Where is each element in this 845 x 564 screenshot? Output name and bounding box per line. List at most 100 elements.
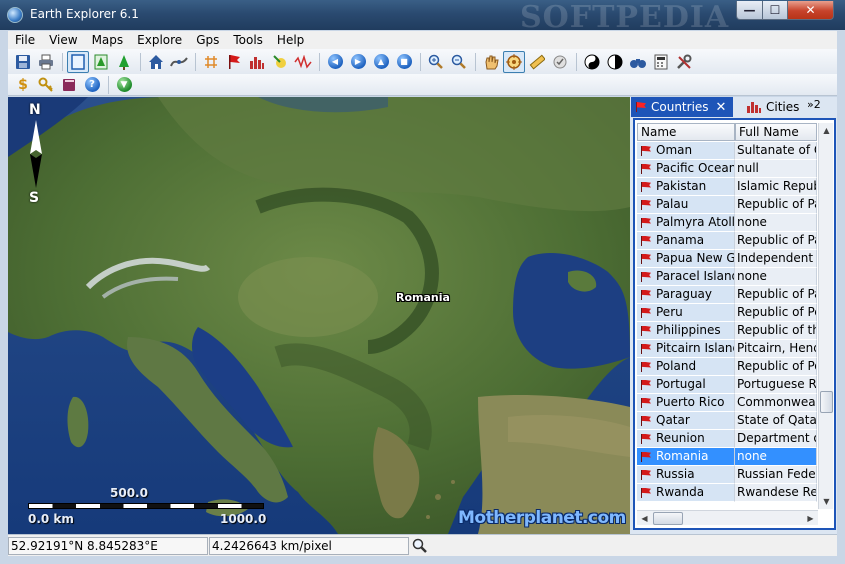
cell-full-name[interactable]: Pitcairn, Henderson <box>735 340 817 358</box>
cell-full-name[interactable]: Department of <box>735 430 817 448</box>
help-icon[interactable]: ? <box>81 74 103 96</box>
table-row[interactable]: Romania none <box>637 448 817 466</box>
cell-full-name[interactable]: Sultanate of Oman <box>735 142 817 160</box>
cell-full-name[interactable]: State of Qatar <box>735 412 817 430</box>
tab-countries[interactable]: Countries ✕ <box>631 97 733 117</box>
column-header-name[interactable]: Name <box>637 123 735 141</box>
cell-name[interactable]: Poland <box>637 358 735 376</box>
route-icon[interactable] <box>168 51 190 73</box>
scroll-up-icon[interactable]: ▲ <box>819 123 834 138</box>
cursor-plus-icon[interactable] <box>269 51 291 73</box>
table-row[interactable]: Russia Russian Federation <box>637 466 817 484</box>
table-row[interactable]: Qatar State of Qatar <box>637 412 817 430</box>
target-icon[interactable] <box>503 50 525 73</box>
cell-full-name[interactable]: none <box>735 214 817 232</box>
stop-icon[interactable]: ■ <box>393 51 415 73</box>
ruler-icon[interactable] <box>526 51 548 73</box>
contrast-icon[interactable] <box>604 51 626 73</box>
cell-full-name[interactable]: Republic of Paraguay <box>735 286 817 304</box>
cell-full-name[interactable]: Republic of Palau <box>735 196 817 214</box>
menu-maps[interactable]: Maps <box>85 31 131 49</box>
tab-cities[interactable]: Cities <box>740 97 804 117</box>
zoom-in-icon[interactable] <box>425 51 447 73</box>
menu-file[interactable]: File <box>8 31 42 49</box>
table-row[interactable]: Rwanda Rwandese Republic <box>637 484 817 502</box>
cell-name[interactable]: Pitcairn Islands <box>637 340 735 358</box>
cell-name[interactable]: Palau <box>637 196 735 214</box>
table-row[interactable]: Philippines Republic of the <box>637 322 817 340</box>
cell-name[interactable]: Peru <box>637 304 735 322</box>
cell-name[interactable]: Papua New G... <box>637 250 735 268</box>
cell-name[interactable]: Rwanda <box>637 484 735 502</box>
map-frame-icon[interactable] <box>67 50 89 73</box>
table-row[interactable]: Peru Republic of Peru <box>637 304 817 322</box>
cell-name[interactable]: Pakistan <box>637 178 735 196</box>
table-row[interactable]: Pacific Ocean null <box>637 160 817 178</box>
cell-name[interactable]: Palmyra Atoll <box>637 214 735 232</box>
tools-icon[interactable] <box>673 51 695 73</box>
menu-tools[interactable]: Tools <box>226 31 270 49</box>
cell-name[interactable]: Reunion <box>637 430 735 448</box>
cell-name[interactable]: Qatar <box>637 412 735 430</box>
cell-name[interactable]: Puerto Rico <box>637 394 735 412</box>
table-row[interactable]: Puerto Rico Commonwealth <box>637 394 817 412</box>
cell-full-name[interactable]: Republic of Poland <box>735 358 817 376</box>
print-icon[interactable] <box>35 51 57 73</box>
cell-name[interactable]: Oman <box>637 142 735 160</box>
back-icon[interactable]: ◀ <box>324 51 346 73</box>
cell-name[interactable]: Portugal <box>637 376 735 394</box>
cell-name[interactable]: Paracel Islands <box>637 268 735 286</box>
table-row[interactable]: Panama Republic of Panama <box>637 232 817 250</box>
table-row[interactable]: Palmyra Atoll none <box>637 214 817 232</box>
tree-icon[interactable] <box>90 51 112 73</box>
place-label[interactable]: Romania <box>396 291 450 304</box>
cell-name[interactable]: Romania <box>637 448 735 466</box>
menu-explore[interactable]: Explore <box>130 31 189 49</box>
cell-name[interactable]: Panama <box>637 232 735 250</box>
menu-gps[interactable]: Gps <box>189 31 226 49</box>
cell-full-name[interactable]: Independent State <box>735 250 817 268</box>
cell-full-name[interactable]: null <box>735 160 817 178</box>
scroll-thumb[interactable] <box>820 391 833 413</box>
cell-name[interactable]: Russia <box>637 466 735 484</box>
minimize-button[interactable]: — <box>736 1 763 20</box>
hand-icon[interactable] <box>480 51 502 73</box>
table-row[interactable]: Pakistan Islamic Republic <box>637 178 817 196</box>
cell-name[interactable]: Paraguay <box>637 286 735 304</box>
dollar-icon[interactable]: $ <box>12 74 34 96</box>
cell-full-name[interactable]: Portuguese Republic <box>735 376 817 394</box>
cell-full-name[interactable]: Commonwealth <box>735 394 817 412</box>
pine-icon[interactable] <box>113 51 135 73</box>
scroll-left-icon[interactable]: ◀ <box>637 511 652 526</box>
close-icon[interactable]: ✕ <box>716 100 727 115</box>
search-icon[interactable] <box>410 537 430 555</box>
cell-full-name[interactable]: Russian Federation <box>735 466 817 484</box>
table-row[interactable]: Paracel Islandsnone <box>637 268 817 286</box>
key-icon[interactable] <box>35 74 57 96</box>
river-icon[interactable] <box>292 51 314 73</box>
vertical-scrollbar[interactable]: ▲ ▼ <box>818 123 833 509</box>
city-icon[interactable] <box>246 51 268 73</box>
calculator-icon[interactable] <box>650 51 672 73</box>
forward-icon[interactable]: ▶ <box>347 51 369 73</box>
table-row[interactable]: Portugal Portuguese Republic <box>637 376 817 394</box>
scroll-thumb[interactable] <box>653 512 683 525</box>
gps-icon[interactable] <box>549 51 571 73</box>
table-row[interactable]: Paraguay Republic of Paraguay <box>637 286 817 304</box>
cell-full-name[interactable]: Republic of Panama <box>735 232 817 250</box>
table-row[interactable]: Pitcairn IslandsPitcairn, Henderson <box>637 340 817 358</box>
cell-full-name[interactable]: none <box>735 268 817 286</box>
scroll-down-icon[interactable]: ▼ <box>819 494 834 509</box>
cell-full-name[interactable]: Republic of the <box>735 322 817 340</box>
flag-icon[interactable] <box>223 51 245 73</box>
zoom-out-icon[interactable] <box>448 51 470 73</box>
table-row[interactable]: Oman Sultanate of Oman <box>637 142 817 160</box>
up-icon[interactable]: ▲ <box>370 51 392 73</box>
column-header-full-name[interactable]: Full Name <box>735 123 817 141</box>
book-icon[interactable] <box>58 74 80 96</box>
grid-icon[interactable] <box>200 51 222 73</box>
save-icon[interactable] <box>12 51 34 73</box>
horizontal-scrollbar[interactable]: ◀ ▶ <box>637 510 818 525</box>
map-view[interactable]: N S Romania 500.0 0.0 km 1000.0 Motherpl… <box>8 97 630 534</box>
cell-full-name[interactable]: Islamic Republic <box>735 178 817 196</box>
